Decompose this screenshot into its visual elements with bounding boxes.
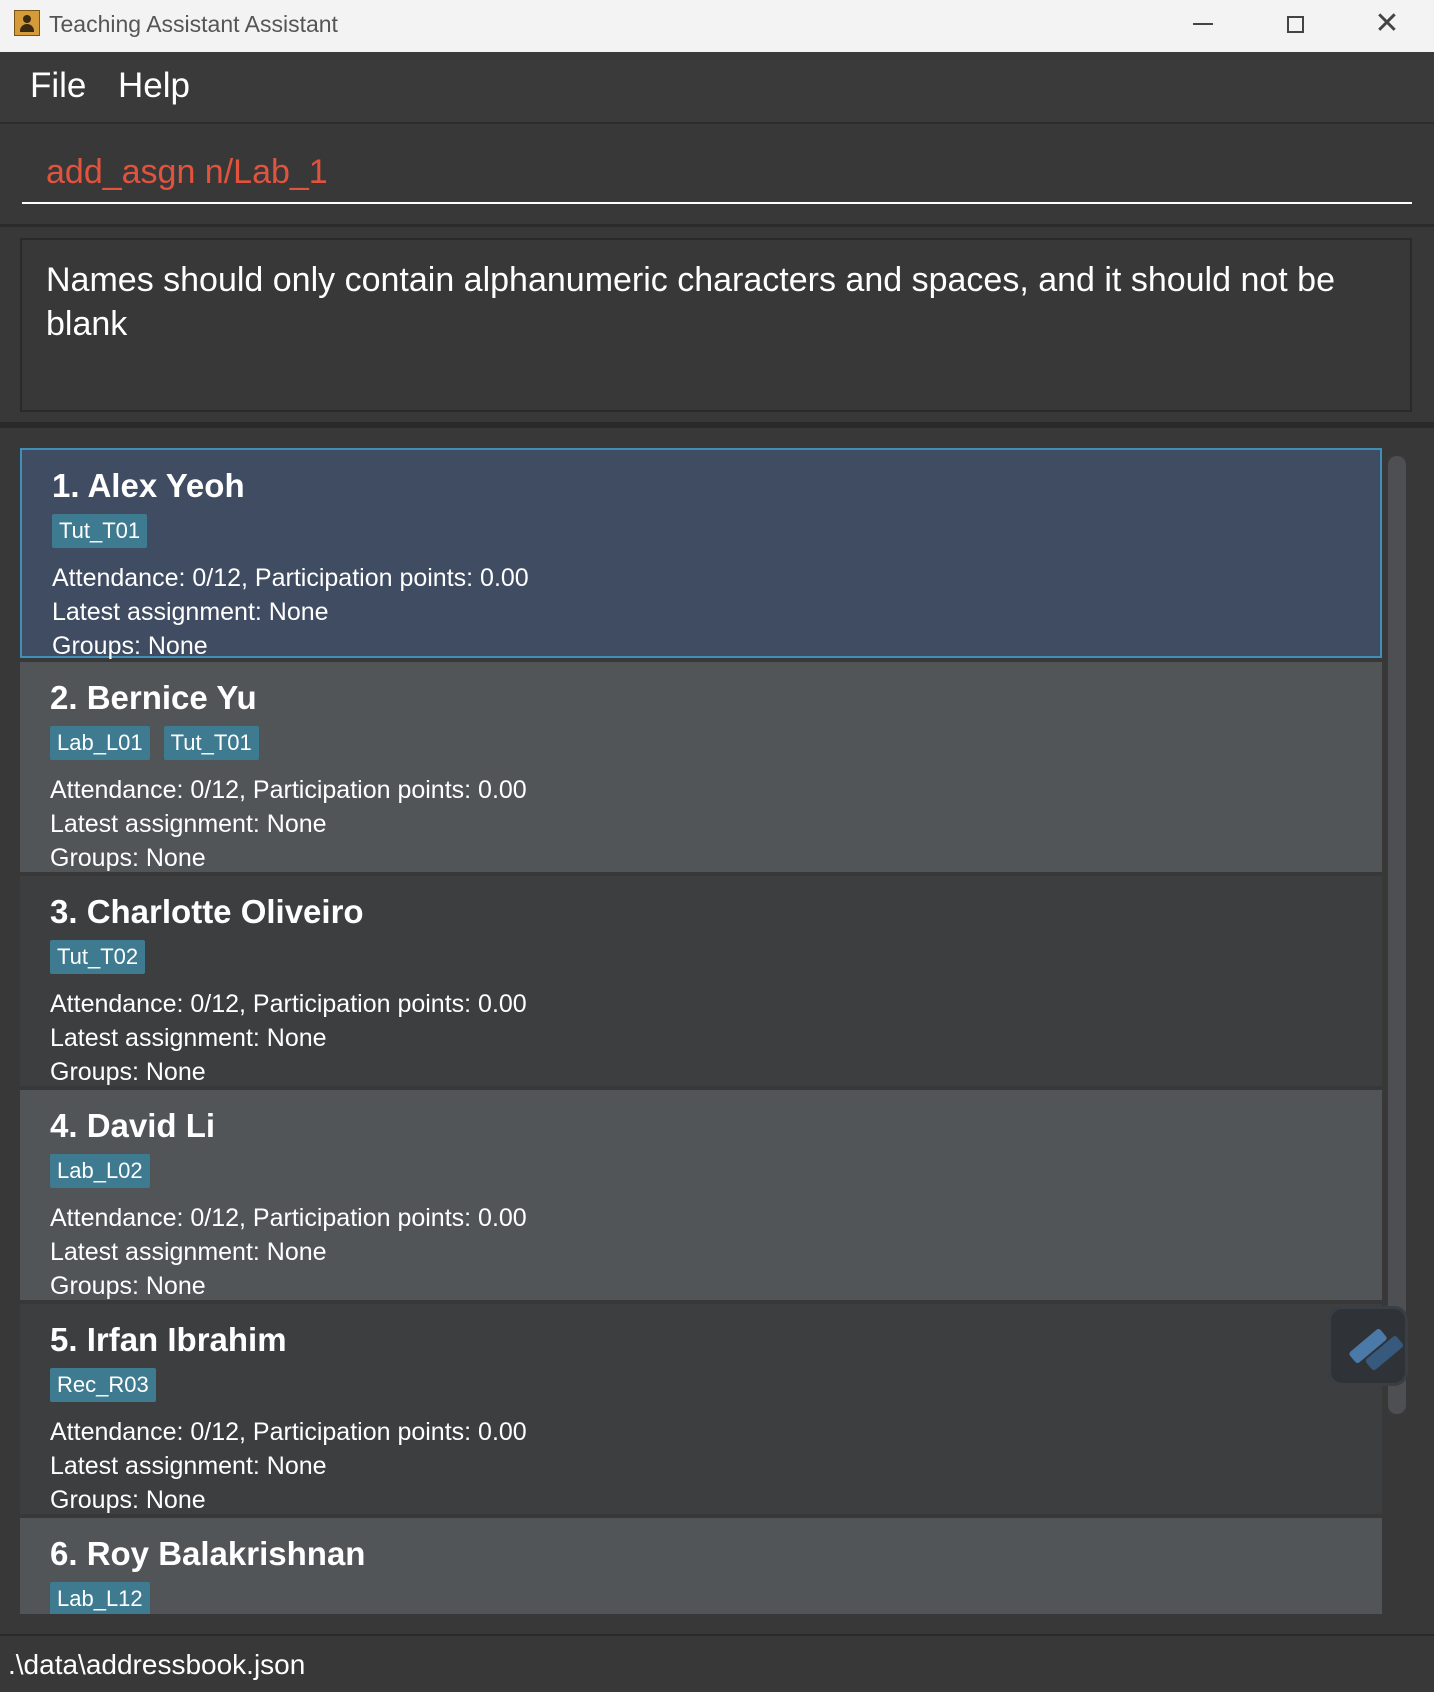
student-card[interactable]: 5. Irfan Ibrahim Rec_R03 Attendance: 0/12,… <box>20 1304 1382 1514</box>
student-name: 6. Roy Balakrishnan <box>50 1535 366 1572</box>
maximize-button[interactable] <box>1250 0 1340 48</box>
student-attendance: Attendance: 0/12, Participation points: … <box>50 1204 527 1232</box>
scrollbar-thumb[interactable] <box>1388 456 1406 1414</box>
tag-list: Rec_R03 <box>50 1368 156 1402</box>
tag-badge: Lab_L02 <box>50 1154 150 1188</box>
tag-badge: Lab_L01 <box>50 726 150 760</box>
close-button[interactable]: ✕ <box>1342 0 1432 48</box>
student-name: 3. Charlotte Oliveiro <box>50 893 364 930</box>
tag-list: Lab_L12 <box>50 1582 150 1614</box>
student-card[interactable]: 4. David Li Lab_L02 Attendance: 0/12, Part… <box>20 1090 1382 1300</box>
tag-list: Lab_L02 <box>50 1154 150 1188</box>
student-attendance: Attendance: 0/12, Participation points: … <box>50 990 527 1018</box>
minimize-button[interactable] <box>1158 0 1248 48</box>
student-card[interactable]: 6. Roy BalakrishnanLab_L12Attendance: 0/… <box>20 1518 1382 1614</box>
result-display: Names should only contain alphanumeric c… <box>20 238 1412 412</box>
student-groups: Groups: None <box>50 1272 206 1300</box>
command-box: add_asgn n/Lab_1 <box>0 124 1436 227</box>
app-icon <box>14 10 40 36</box>
status-bar: .\data\addressbook.json <box>0 1634 1436 1692</box>
student-name: 1. Alex Yeoh <box>52 467 245 504</box>
minimize-icon <box>1193 23 1213 25</box>
close-icon: ✕ <box>1374 7 1400 40</box>
title-bar[interactable]: Teaching Assistant Assistant ✕ <box>0 0 1436 52</box>
student-assignment: Latest assignment: None <box>52 598 329 626</box>
student-name: 2. Bernice Yu <box>50 679 257 716</box>
command-input[interactable]: add_asgn n/Lab_1 <box>22 140 1412 204</box>
student-list[interactable]: 1. Alex Yeoh Tut_T01 Attendance: 0/12, Par… <box>20 448 1382 1614</box>
student-card[interactable]: 2. Bernice Yu Lab_L01 Tut_T01 Attendance: 0… <box>20 662 1382 872</box>
student-assignment: Latest assignment: None <box>50 810 327 838</box>
student-groups: Groups: None <box>50 844 206 872</box>
tag-badge: Tut_T01 <box>163 726 259 760</box>
tag-badge: Tut_T01 <box>52 514 148 548</box>
window-title: Teaching Assistant Assistant <box>49 11 338 37</box>
tag-badge: Rec_R03 <box>50 1368 156 1402</box>
tag-badge: Lab_L12 <box>50 1582 150 1614</box>
student-assignment: Latest assignment: None <box>50 1452 327 1480</box>
student-groups: Groups: None <box>50 1058 206 1086</box>
divider <box>0 422 1436 428</box>
maximize-icon <box>1286 15 1304 33</box>
tag-list: Tut_T02 <box>50 940 146 974</box>
student-name: 4. David Li <box>50 1107 216 1144</box>
tag-badge: Tut_T02 <box>50 940 146 974</box>
menu-file[interactable]: File <box>30 66 86 106</box>
floating-action-button[interactable] <box>1328 1306 1408 1386</box>
student-groups: Groups: None <box>50 1486 206 1514</box>
floating-action-icon <box>1348 1327 1388 1365</box>
student-assignment: Latest assignment: None <box>50 1238 327 1266</box>
student-attendance: Attendance: 0/12, Participation points: … <box>52 564 529 592</box>
app-window: Teaching Assistant Assistant ✕ File Help… <box>0 0 1436 1692</box>
menu-help[interactable]: Help <box>118 66 190 106</box>
save-location: .\data\addressbook.json <box>8 1649 306 1680</box>
student-card[interactable]: 3. Charlotte Oliveiro Tut_T02 Attendance: … <box>20 876 1382 1086</box>
menu-bar: File Help <box>0 52 1436 124</box>
student-attendance: Attendance: 0/12, Participation points: … <box>50 776 527 804</box>
student-name: 5. Irfan Ibrahim <box>50 1321 287 1358</box>
student-card[interactable]: 1. Alex Yeoh Tut_T01 Attendance: 0/12, Par… <box>20 448 1382 660</box>
student-assignment: Latest assignment: None <box>50 1024 327 1052</box>
student-groups: Groups: None <box>52 632 208 660</box>
tag-list: Lab_L01 Tut_T01 <box>50 726 259 760</box>
student-attendance: Attendance: 0/12, Participation points: … <box>50 1418 527 1446</box>
tag-list: Tut_T01 <box>52 514 148 548</box>
